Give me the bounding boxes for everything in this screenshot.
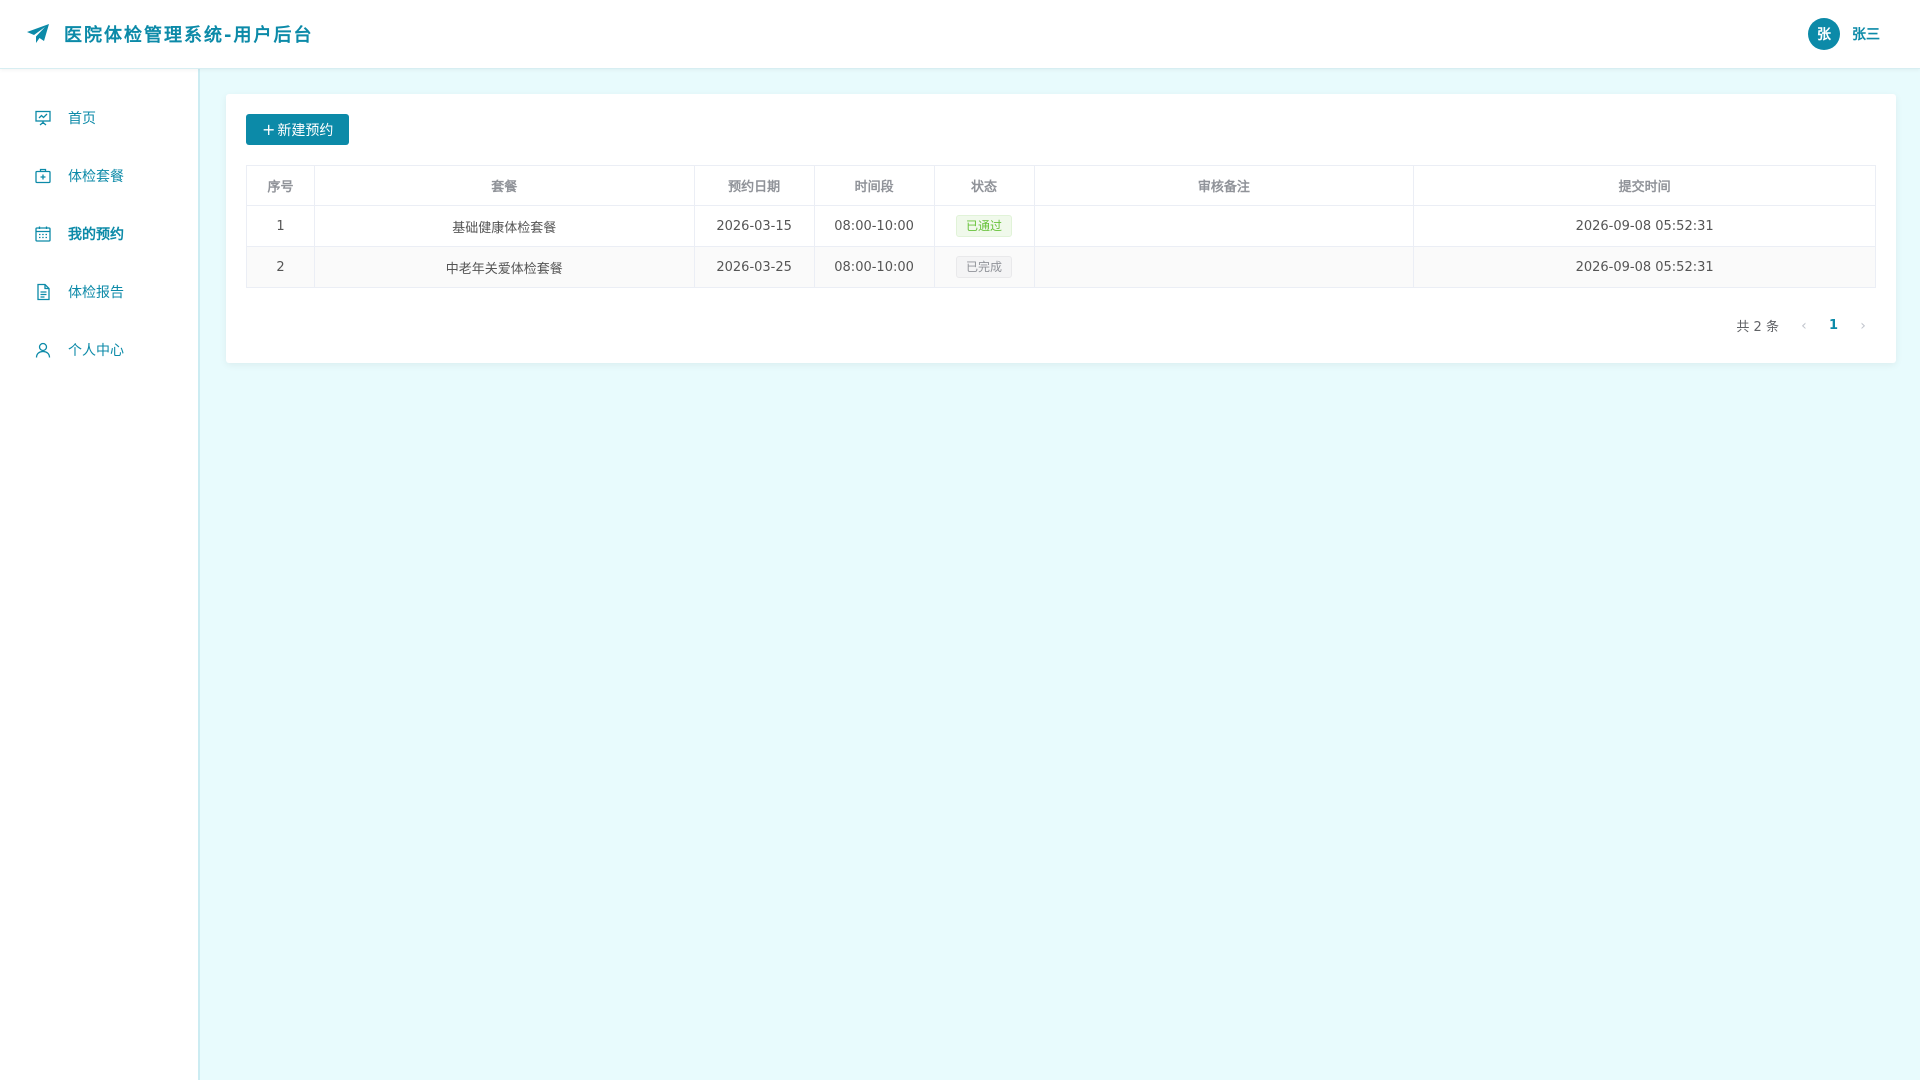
plus-icon: + [262, 119, 276, 139]
cell-time-slot: 08:00-10:00 [813, 246, 935, 288]
new-appointment-label: 新建预约 [277, 122, 334, 139]
status-badge: 已通过 [956, 215, 1013, 237]
top-header: 医院体检管理系统-用户后台 张 张三 [0, 0, 1920, 69]
sidebar-item-label: 首页 [68, 111, 96, 127]
cell-date: 2026-03-15 [693, 205, 815, 247]
app-title: 医院体检管理系统-用户后台 [64, 25, 314, 46]
cell-index: 2 [246, 246, 315, 288]
column-header-remark: 审核备注 [1033, 165, 1415, 206]
column-header-submitted-at: 提交时间 [1413, 165, 1876, 206]
column-header-status: 状态 [933, 165, 1035, 206]
main-content: + 新建预约 序号 套餐 预约日期 时间段 状态 审核备注 提交时间 1 基础健… [200, 69, 1920, 1080]
cell-submitted-at: 2026-09-08 05:52:31 [1413, 246, 1876, 288]
sidebar-item-my-appointments[interactable]: 我的预约 [0, 205, 198, 263]
sidebar-item-label: 个人中心 [68, 343, 124, 359]
pagination: 共 2 条 ‹ 1 › [246, 316, 1876, 336]
appointments-card: + 新建预约 序号 套餐 预约日期 时间段 状态 审核备注 提交时间 1 基础健… [226, 94, 1896, 363]
cell-index: 1 [246, 205, 315, 247]
sidebar-item-home[interactable]: 首页 [0, 89, 198, 147]
cell-package: 中老年关爱体检套餐 [313, 246, 695, 288]
user-icon [34, 341, 52, 359]
new-appointment-button[interactable]: + 新建预约 [246, 114, 350, 145]
calendar-icon [34, 225, 52, 243]
user-name[interactable]: 张三 [1852, 24, 1880, 44]
avatar[interactable]: 张 [1808, 18, 1840, 50]
cell-time-slot: 08:00-10:00 [813, 205, 935, 247]
cell-status: 已完成 [933, 246, 1035, 288]
table-header-row: 序号 套餐 预约日期 时间段 状态 审核备注 提交时间 [246, 165, 1876, 206]
brand: 医院体检管理系统-用户后台 [26, 21, 313, 47]
sidebar-item-packages[interactable]: 体检套餐 [0, 147, 198, 205]
appointments-table: 序号 套餐 预约日期 时间段 状态 审核备注 提交时间 1 基础健康体检套餐 2… [246, 165, 1876, 288]
cell-status: 已通过 [933, 205, 1035, 247]
page-number-current[interactable]: 1 [1829, 318, 1838, 333]
cell-date: 2026-03-25 [693, 246, 815, 288]
status-badge: 已完成 [956, 256, 1013, 278]
presentation-icon [34, 109, 52, 127]
medical-kit-icon [34, 167, 52, 185]
pagination-total: 共 2 条 [1736, 320, 1779, 335]
column-header-index: 序号 [246, 165, 315, 206]
cell-remark [1033, 246, 1415, 288]
sidebar-item-label: 体检套餐 [68, 169, 124, 185]
paper-plane-icon [26, 22, 50, 46]
cell-remark [1033, 205, 1415, 247]
column-header-date: 预约日期 [693, 165, 815, 206]
sidebar-item-reports[interactable]: 体检报告 [0, 263, 198, 321]
document-icon [34, 283, 52, 301]
column-header-time-slot: 时间段 [813, 165, 935, 206]
user-menu[interactable]: 张 张三 [1808, 18, 1880, 50]
chevron-right-icon[interactable]: › [1856, 318, 1870, 334]
cell-submitted-at: 2026-09-08 05:52:31 [1413, 205, 1876, 247]
chevron-left-icon[interactable]: ‹ [1797, 318, 1811, 334]
table-row[interactable]: 1 基础健康体检套餐 2026-03-15 08:00-10:00 已通过 20… [246, 205, 1876, 247]
sidebar-item-label: 我的预约 [68, 227, 124, 243]
column-header-package: 套餐 [313, 165, 695, 206]
cell-package: 基础健康体检套餐 [313, 205, 695, 247]
table-row[interactable]: 2 中老年关爱体检套餐 2026-03-25 08:00-10:00 已完成 2… [246, 246, 1876, 288]
sidebar: 首页 体检套餐 我的预约 体检报告 个人中心 [0, 69, 200, 1080]
sidebar-item-profile[interactable]: 个人中心 [0, 321, 198, 379]
sidebar-item-label: 体检报告 [68, 285, 124, 301]
